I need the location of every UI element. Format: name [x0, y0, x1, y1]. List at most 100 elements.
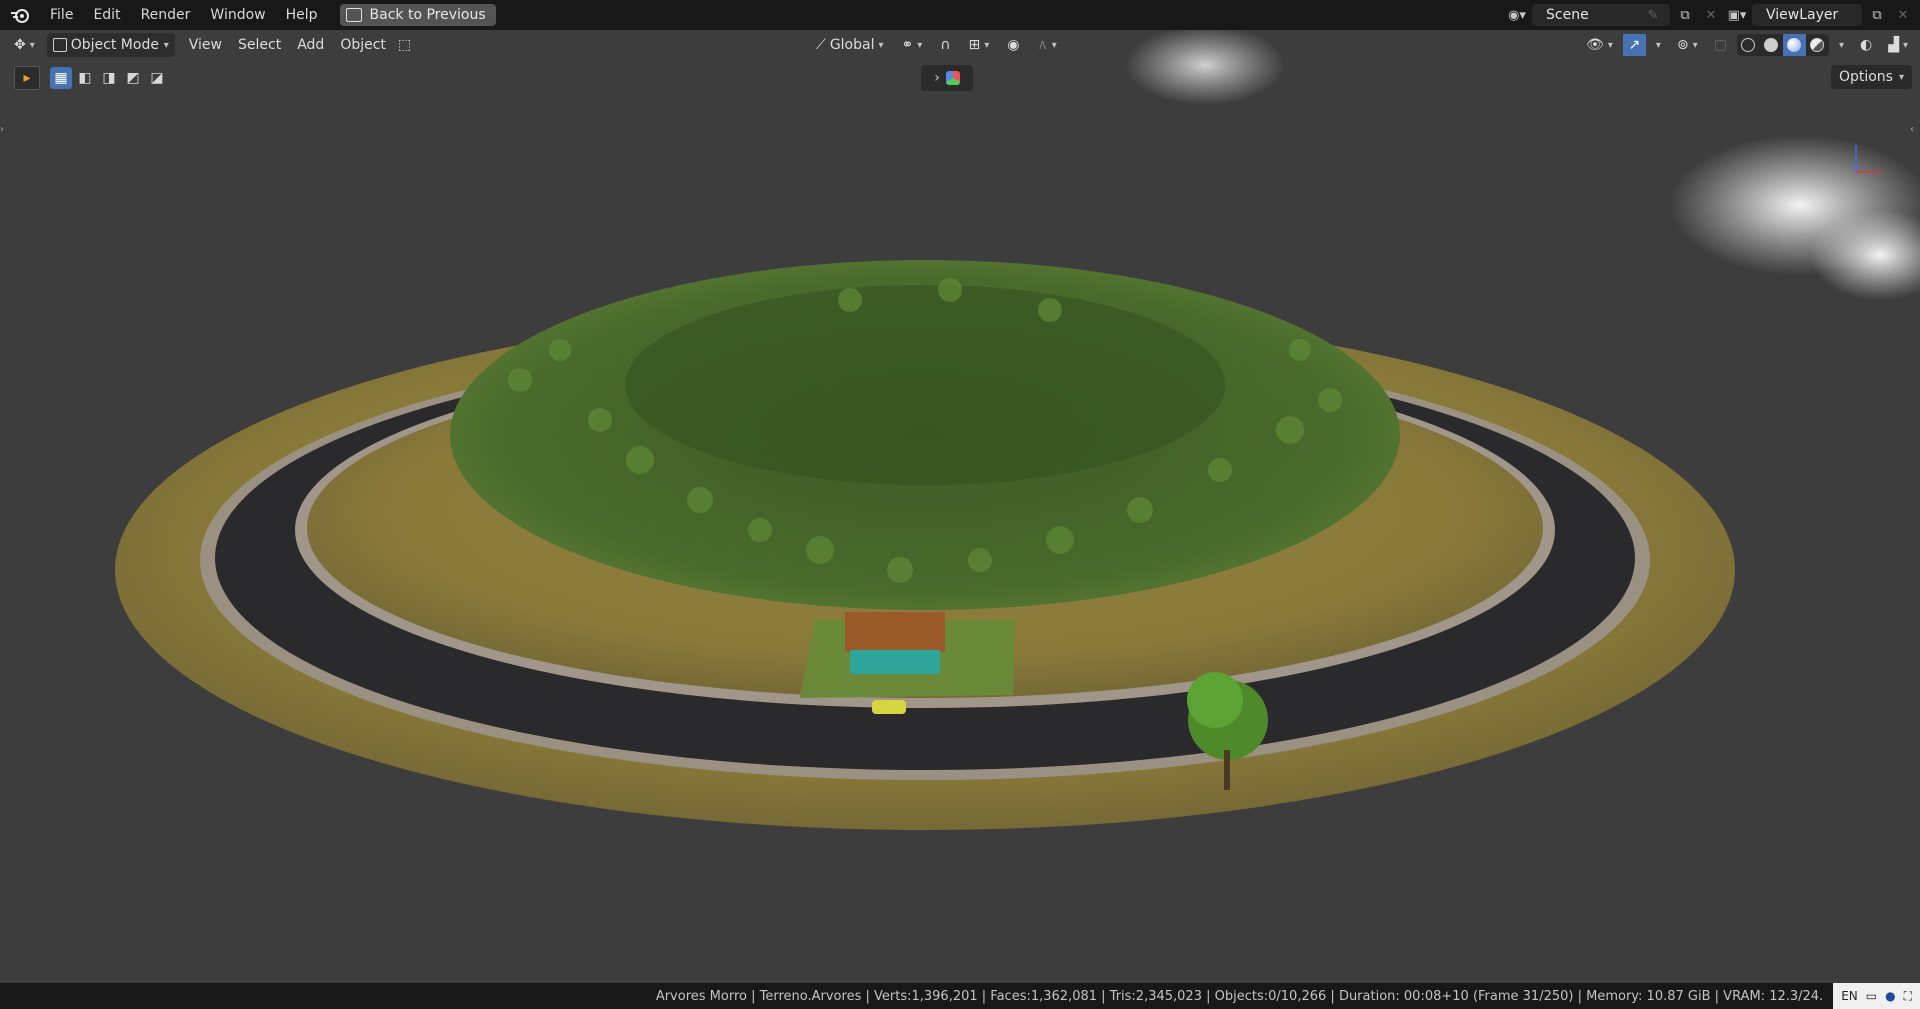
chevron-right-icon: ›: [934, 70, 940, 86]
delete-scene-icon[interactable]: ✕: [1700, 4, 1722, 26]
magnet-icon: ∩: [940, 37, 951, 53]
histogram-icon: ▟: [1888, 37, 1899, 53]
back-icon: [345, 8, 362, 22]
status-duration: Duration: 00:08+10 (Frame 31/250): [1338, 988, 1574, 1004]
pin-icon[interactable]: ✎: [1642, 4, 1664, 26]
scene-selector-icon[interactable]: ◉▾: [1506, 4, 1528, 26]
menu-edit[interactable]: Edit: [83, 0, 130, 30]
chevron-down-icon: ▾: [1607, 39, 1613, 51]
orientation-icon: ⟋: [816, 37, 826, 53]
color-cube-icon: [945, 71, 960, 85]
wireframe-shading-button[interactable]: [1737, 34, 1760, 56]
select-intersect-button[interactable]: ◪: [146, 67, 168, 89]
chevron-down-icon: ▾: [1655, 39, 1661, 51]
menu-render[interactable]: Render: [131, 0, 201, 30]
render-region-icon[interactable]: ◐: [1854, 33, 1878, 57]
pivot-point-dropdown[interactable]: ⚭ ▾: [896, 33, 929, 57]
new-view-layer-icon[interactable]: ⧉: [1866, 4, 1888, 26]
view-layer-field[interactable]: ViewLayer: [1752, 4, 1862, 26]
snap-toggle[interactable]: ∩: [934, 33, 956, 57]
select-extend-icon: ◧: [78, 70, 92, 86]
status-objects: Objects:0/10,266: [1214, 988, 1327, 1004]
select-extend-button[interactable]: ◧: [74, 67, 96, 89]
eye-icon: 👁: [1586, 37, 1604, 53]
status-collection: Arvores Morro: [655, 988, 747, 1004]
top-menu-bar: File Edit Render Window Help Back to Pre…: [0, 0, 1920, 30]
proportional-editing-toggle[interactable]: ◉: [1001, 33, 1025, 57]
back-to-previous-label: Back to Previous: [369, 7, 486, 23]
solid-shading-button[interactable]: [1760, 34, 1783, 56]
house-wall: [850, 650, 940, 674]
screenshot-icon[interactable]: ⛶: [1904, 989, 1912, 1004]
new-scene-icon[interactable]: ⧉: [1674, 4, 1696, 26]
snap-target-dropdown[interactable]: ⊞ ▾: [963, 33, 996, 57]
status-faces: Faces:1,362,081: [990, 988, 1098, 1004]
status-tris: Tris:2,345,023: [1109, 988, 1202, 1004]
shading-options-dropdown[interactable]: ▾: [1833, 33, 1850, 57]
overlays-toggle[interactable]: ⊚ ▾: [1671, 33, 1704, 57]
chevron-down-icon: ▾: [1902, 39, 1908, 51]
chevron-down-icon: ▾: [984, 39, 990, 51]
view-layer-selector-icon[interactable]: ▣▾: [1726, 4, 1748, 26]
viewport-tab[interactable]: ›: [921, 65, 973, 91]
menu-select[interactable]: Select: [232, 33, 287, 57]
snap-increment-icon: ⊞: [968, 37, 981, 53]
wireframe-icon: [1741, 38, 1756, 52]
language-indicator[interactable]: EN: [1841, 989, 1858, 1003]
falloff-dropdown[interactable]: ∧ ▾: [1032, 33, 1063, 57]
menu-object[interactable]: Object: [334, 33, 392, 57]
back-to-previous-button[interactable]: Back to Previous: [339, 4, 496, 26]
scene-statistics: Arvores Morro | Terreno.Arvores | Verts:…: [655, 988, 1824, 1004]
sidebar-expand-icon[interactable]: ‹: [1910, 120, 1920, 140]
pivot-icon: ⚭: [901, 37, 914, 53]
chevron-down-icon: ▾: [1051, 39, 1057, 51]
transform-tools: ⟋ Global ▾ ⚭ ▾ ∩ ⊞ ▾ ◉ ∧ ▾: [810, 33, 1063, 57]
transform-orientation-dropdown[interactable]: ⟋ Global ▾: [810, 33, 890, 57]
select-subtract-button[interactable]: ◨: [98, 67, 120, 89]
status-vram: VRAM: 12.3/24.: [1723, 988, 1824, 1004]
object-mode-label: Object Mode: [70, 37, 159, 53]
gizmo-toggle[interactable]: ↗: [1622, 34, 1646, 56]
help-icon[interactable]: ●: [1885, 989, 1895, 1003]
status-memory: Memory: 10.87 GiB: [1586, 988, 1711, 1004]
select-tool-button[interactable]: ▸: [14, 66, 40, 90]
view-layer-name: ViewLayer: [1766, 7, 1839, 23]
editor-type-icon: ✥: [14, 37, 26, 53]
rendered-shading-button[interactable]: [1806, 34, 1829, 56]
histogram-dropdown[interactable]: ▟ ▾: [1882, 33, 1914, 57]
material-preview-shading-button[interactable]: [1782, 34, 1806, 56]
chevron-down-icon: ▾: [29, 39, 35, 51]
scene-field[interactable]: Scene ✎: [1532, 4, 1670, 26]
overlays-icon: ⊚: [1676, 37, 1689, 53]
options-dropdown[interactable]: Options ▾: [1830, 65, 1912, 89]
select-invert-button[interactable]: ◩: [122, 67, 144, 89]
menu-view[interactable]: View: [183, 33, 228, 57]
object-mode-dropdown[interactable]: Object Mode ▾: [46, 33, 175, 57]
tray-app-icon[interactable]: ▭: [1866, 989, 1877, 1003]
select-new-button[interactable]: ▦: [50, 67, 72, 89]
object-mode-icon: [52, 38, 67, 52]
system-tray: EN ▭ ● ⛶: [1833, 983, 1920, 1009]
menu-file[interactable]: File: [40, 0, 83, 30]
gizmo-dropdown[interactable]: ▾: [1650, 33, 1667, 57]
gpencil-icon[interactable]: ⬚: [392, 33, 417, 57]
falloff-icon: ∧: [1037, 37, 1048, 53]
chevron-down-icon: ▾: [917, 39, 923, 51]
blender-logo-icon[interactable]: [0, 0, 40, 30]
toolbar-expand-icon[interactable]: ›: [0, 120, 10, 140]
material-icon: [1787, 38, 1802, 52]
chevron-down-icon: ▾: [878, 39, 884, 51]
delete-view-layer-icon[interactable]: ✕: [1892, 4, 1914, 26]
menu-add[interactable]: Add: [291, 33, 330, 57]
menu-help[interactable]: Help: [276, 0, 328, 30]
car: [872, 700, 906, 714]
editor-type-dropdown[interactable]: ✥ ▾: [8, 33, 41, 57]
solid-icon: [1764, 38, 1779, 52]
chevron-down-icon: ▾: [1838, 39, 1844, 51]
house-roof: [845, 612, 945, 652]
select-invert-icon: ◩: [126, 70, 140, 86]
xray-toggle[interactable]: ▢: [1708, 33, 1733, 57]
visibility-dropdown[interactable]: 👁 ▾: [1580, 33, 1619, 57]
menu-window[interactable]: Window: [200, 0, 275, 30]
scene-render: [115, 30, 1920, 830]
